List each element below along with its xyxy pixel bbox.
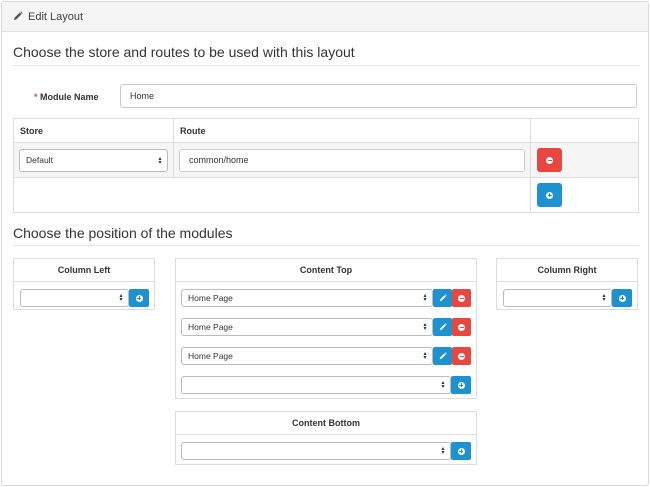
minus-circle-icon (458, 323, 465, 331)
store-select[interactable]: Default ▴ ▾ (19, 149, 168, 172)
column-right-select[interactable]: ▴ ▾ (503, 289, 612, 307)
panel-heading: Edit Layout (2, 2, 648, 32)
content-bottom-box: Content Bottom ▴ ▾ (175, 411, 477, 465)
table-border (173, 118, 174, 178)
table-border (13, 142, 639, 143)
legend-divider (13, 245, 639, 246)
minus-circle-icon (546, 156, 553, 164)
content-top-select[interactable]: Home Page ▴ ▾ (181, 347, 433, 365)
column-right-title: Column Right (497, 259, 637, 282)
content-top-add-button[interactable] (451, 376, 471, 394)
module-name-label: * Module Name (34, 92, 99, 102)
content-top-box: Content Top Home Page ▴ ▾ Home Page ▴ ▾ Ho… (175, 258, 477, 399)
select-caret-icon: ▴ ▾ (423, 322, 427, 332)
select-caret-icon: ▴ ▾ (441, 380, 445, 390)
plus-circle-icon (546, 191, 553, 199)
column-left-select[interactable]: ▴ ▾ (20, 289, 129, 307)
content-bottom-add-button[interactable] (451, 442, 471, 460)
select-caret-icon: ▴ ▾ (119, 293, 123, 303)
edit-module-button[interactable] (433, 318, 452, 336)
column-right-box: Column Right ▴ ▾ (496, 258, 638, 310)
content-top-title: Content Top (176, 259, 476, 282)
edit-module-button[interactable] (433, 289, 452, 307)
table-border (638, 118, 639, 213)
store-routes-legend: Choose the store and routes to be used w… (13, 44, 355, 60)
pencil-icon (439, 323, 447, 331)
table-border (13, 118, 14, 213)
store-select-value: Default (26, 155, 53, 165)
minus-circle-icon (458, 352, 465, 360)
plus-circle-icon (618, 294, 626, 302)
table-border (13, 177, 639, 178)
route-input[interactable]: common/home (179, 149, 525, 172)
content-top-select[interactable]: Home Page ▴ ▾ (181, 318, 433, 336)
pencil-icon (439, 294, 447, 302)
remove-route-button[interactable] (537, 148, 562, 172)
pencil-icon (439, 352, 447, 360)
column-left-add-button[interactable] (129, 289, 149, 307)
table-border (13, 212, 639, 213)
plus-circle-icon (457, 447, 465, 455)
column-right-add-button[interactable] (612, 289, 632, 307)
pencil-icon (14, 11, 23, 20)
legend-divider (13, 65, 639, 66)
store-column-header: Store (20, 126, 44, 136)
content-top-select-value: Home Page (188, 293, 233, 303)
select-caret-icon: ▴ ▾ (602, 293, 606, 303)
minus-circle-icon (458, 294, 465, 302)
select-caret-icon: ▴ ▾ (158, 155, 162, 166)
module-name-label-text: Module Name (40, 92, 99, 102)
edit-layout-panel: Edit Layout Choose the store and routes … (1, 1, 649, 486)
panel-title: Edit Layout (28, 11, 84, 23)
column-left-box: Column Left ▴ ▾ (13, 258, 155, 310)
edit-module-button[interactable] (433, 347, 452, 365)
plus-circle-icon (457, 381, 465, 389)
plus-circle-icon (135, 294, 143, 302)
add-route-button[interactable] (537, 183, 562, 207)
select-caret-icon: ▴ ▾ (423, 351, 427, 361)
remove-module-button[interactable] (452, 289, 471, 307)
table-border (13, 118, 639, 119)
select-caret-icon: ▴ ▾ (441, 446, 445, 456)
content-top-select[interactable]: Home Page ▴ ▾ (181, 289, 433, 307)
column-left-title: Column Left (14, 259, 154, 282)
content-top-new-select[interactable]: ▴ ▾ (181, 376, 451, 394)
module-name-input[interactable]: Home (120, 84, 637, 108)
remove-module-button[interactable] (452, 318, 471, 336)
select-caret-icon: ▴ ▾ (423, 293, 427, 303)
required-mark: * (34, 92, 38, 102)
remove-module-button[interactable] (452, 347, 471, 365)
content-bottom-title: Content Bottom (176, 412, 476, 435)
content-bottom-select[interactable]: ▴ ▾ (181, 442, 451, 460)
route-column-header: Route (180, 126, 206, 136)
table-border (530, 118, 531, 213)
content-top-select-value: Home Page (188, 322, 233, 332)
module-positions-legend: Choose the position of the modules (13, 225, 233, 241)
content-top-select-value: Home Page (188, 351, 233, 361)
